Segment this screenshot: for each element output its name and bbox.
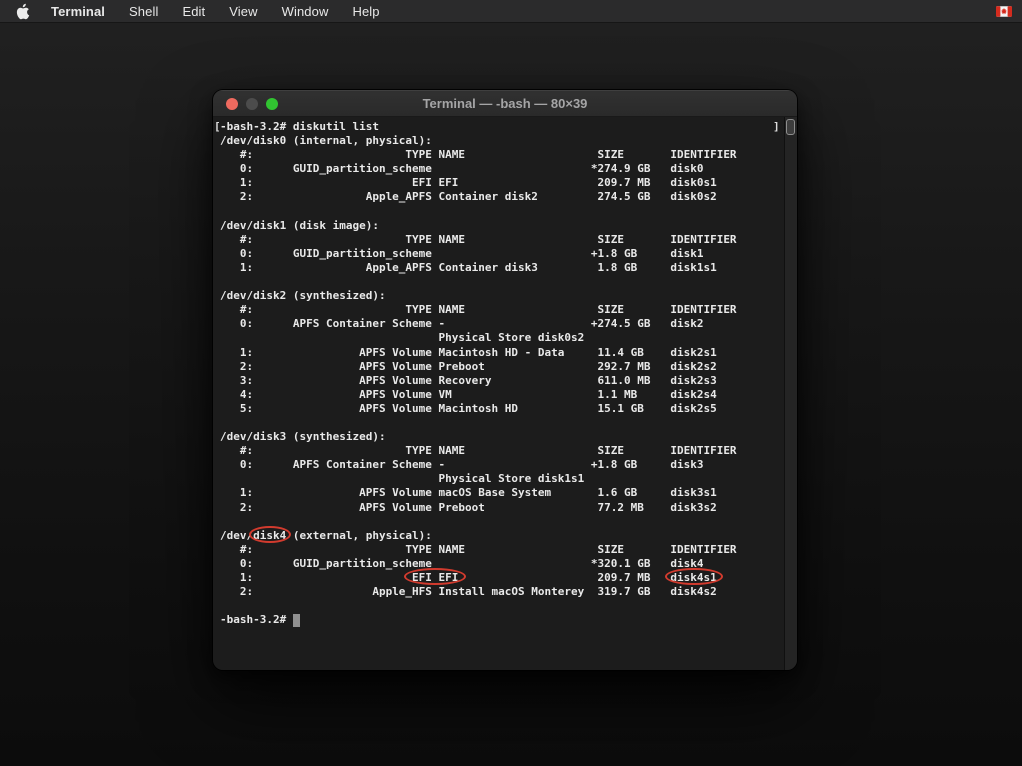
terminal-output[interactable]: -bash-3.2# diskutil list /dev/disk0 (int…: [213, 117, 797, 627]
window-title: Terminal — -bash — 80×39: [213, 96, 797, 111]
menu-bar-right: [996, 6, 1022, 17]
menu-item-view[interactable]: View: [229, 4, 257, 19]
scrollbar-thumb[interactable]: [786, 119, 795, 135]
traffic-lights: [226, 90, 278, 117]
menu-item-shell[interactable]: Shell: [129, 4, 158, 19]
menu-item-edit[interactable]: Edit: [182, 4, 205, 19]
minimize-button[interactable]: [246, 98, 258, 110]
menu-bar: Terminal Shell Edit View Window Help: [0, 0, 1022, 23]
zoom-button[interactable]: [266, 98, 278, 110]
menu-bar-left: Terminal Shell Edit View Window Help: [0, 3, 404, 20]
close-button[interactable]: [226, 98, 238, 110]
annotation-oval-disk4: [249, 526, 291, 543]
terminal-content[interactable]: -bash-3.2# diskutil list /dev/disk0 (int…: [213, 117, 797, 670]
menu-item-help[interactable]: Help: [352, 4, 379, 19]
annotation-oval-disk4s1: [665, 568, 722, 585]
window-titlebar[interactable]: Terminal — -bash — 80×39: [213, 90, 797, 117]
command-mark-open-bracket: [: [214, 120, 221, 134]
command-mark-close-bracket: ]: [773, 120, 780, 134]
menu-item-window[interactable]: Window: [282, 4, 329, 19]
input-source-flag-icon[interactable]: [996, 6, 1012, 17]
scrollbar-track[interactable]: [784, 117, 797, 670]
terminal-window: Terminal — -bash — 80×39 -bash-3.2# disk…: [213, 90, 797, 670]
terminal-cursor: [293, 614, 300, 627]
apple-menu-icon[interactable]: [15, 3, 30, 20]
annotation-oval-efi: [404, 568, 466, 585]
menu-app-name[interactable]: Terminal: [51, 4, 105, 19]
desktop: Terminal Shell Edit View Window Help: [0, 0, 1022, 766]
